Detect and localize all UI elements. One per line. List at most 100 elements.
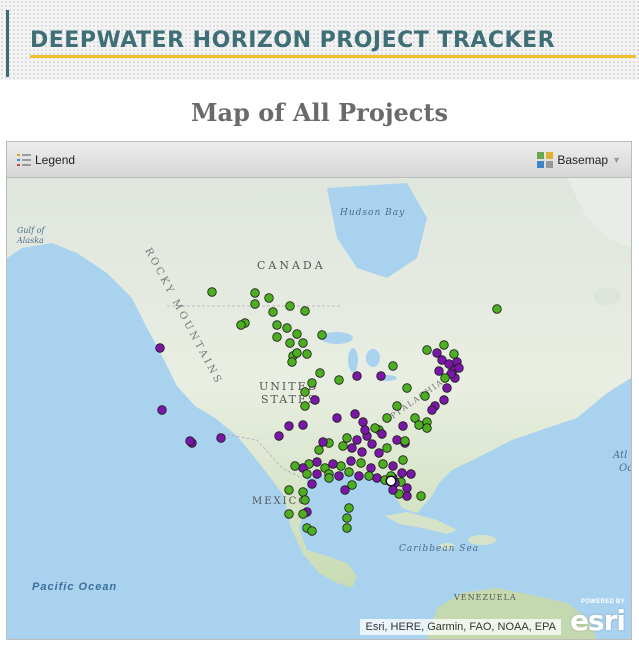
project-marker-purple[interactable] xyxy=(360,425,370,435)
project-marker-purple[interactable] xyxy=(406,469,416,479)
project-marker-purple[interactable] xyxy=(427,405,437,415)
project-marker-purple[interactable] xyxy=(388,461,398,471)
project-marker-green[interactable] xyxy=(378,459,388,469)
project-marker-purple[interactable] xyxy=(298,420,308,430)
project-marker-selected[interactable] xyxy=(385,475,397,487)
project-marker-purple[interactable] xyxy=(357,447,367,457)
project-marker-green[interactable] xyxy=(287,357,297,367)
project-marker-purple[interactable] xyxy=(155,343,165,353)
project-marker-green[interactable] xyxy=(392,401,402,411)
project-marker-green[interactable] xyxy=(416,491,426,501)
project-marker-green[interactable] xyxy=(285,338,295,348)
project-marker-green[interactable] xyxy=(342,523,352,533)
project-marker-purple[interactable] xyxy=(332,413,342,423)
project-marker-green[interactable] xyxy=(422,423,432,433)
project-marker-green[interactable] xyxy=(334,375,344,385)
project-marker-green[interactable] xyxy=(236,320,246,330)
project-marker-green[interactable] xyxy=(298,487,308,497)
project-marker-green[interactable] xyxy=(449,349,459,359)
project-marker-green[interactable] xyxy=(492,304,502,314)
project-marker-purple[interactable] xyxy=(312,457,322,467)
project-marker-purple[interactable] xyxy=(434,366,444,376)
project-marker-green[interactable] xyxy=(420,391,430,401)
project-marker-purple[interactable] xyxy=(402,483,412,493)
project-marker-green[interactable] xyxy=(356,458,366,468)
project-marker-purple[interactable] xyxy=(442,383,452,393)
project-marker-green[interactable] xyxy=(298,509,308,519)
project-marker-green[interactable] xyxy=(382,413,392,423)
project-marker-green[interactable] xyxy=(250,288,260,298)
project-marker-purple[interactable] xyxy=(358,417,368,427)
project-marker-purple[interactable] xyxy=(397,468,407,478)
map-canvas[interactable]: CANADA ROCKY MOUNTAINS UNITED STATES MEX… xyxy=(7,178,631,639)
project-marker-green[interactable] xyxy=(315,368,325,378)
project-marker-purple[interactable] xyxy=(454,363,464,373)
esri-logo[interactable]: POWERED BY esri xyxy=(565,599,626,637)
project-marker-purple[interactable] xyxy=(367,439,377,449)
project-marker-green[interactable] xyxy=(400,436,410,446)
project-marker-green[interactable] xyxy=(370,423,380,433)
project-marker-purple[interactable] xyxy=(374,448,384,458)
project-marker-green[interactable] xyxy=(300,495,310,505)
project-marker-purple[interactable] xyxy=(354,471,364,481)
project-marker-purple[interactable] xyxy=(347,443,357,453)
project-marker-green[interactable] xyxy=(440,373,450,383)
project-marker-green[interactable] xyxy=(342,433,352,443)
project-marker-green[interactable] xyxy=(382,443,392,453)
basemap-button[interactable]: Basemap ▼ xyxy=(537,150,621,170)
project-marker-purple[interactable] xyxy=(439,395,449,405)
project-marker-purple[interactable] xyxy=(388,485,398,495)
project-marker-green[interactable] xyxy=(292,348,302,358)
project-marker-green[interactable] xyxy=(290,461,300,471)
project-marker-green[interactable] xyxy=(292,329,302,339)
project-marker-purple[interactable] xyxy=(402,491,412,501)
project-marker-green[interactable] xyxy=(422,345,432,355)
project-marker-green[interactable] xyxy=(268,307,278,317)
project-marker-purple[interactable] xyxy=(392,435,402,445)
project-marker-green[interactable] xyxy=(414,420,424,430)
project-marker-green[interactable] xyxy=(264,293,274,303)
project-marker-purple[interactable] xyxy=(372,473,382,483)
project-marker-purple[interactable] xyxy=(366,463,376,473)
project-marker-green[interactable] xyxy=(314,445,324,455)
project-marker-purple[interactable] xyxy=(312,469,322,479)
project-marker-purple[interactable] xyxy=(350,409,360,419)
project-marker-green[interactable] xyxy=(344,467,354,477)
project-marker-green[interactable] xyxy=(272,320,282,330)
project-marker-purple[interactable] xyxy=(377,429,387,439)
project-marker-green[interactable] xyxy=(439,340,449,350)
project-marker-purple[interactable] xyxy=(346,456,356,466)
project-marker-green[interactable] xyxy=(398,455,408,465)
project-marker-green[interactable] xyxy=(307,378,317,388)
legend-button[interactable]: Legend xyxy=(17,150,75,170)
project-marker-purple[interactable] xyxy=(398,421,408,431)
project-marker-green[interactable] xyxy=(284,509,294,519)
project-marker-green[interactable] xyxy=(402,383,412,393)
project-marker-green[interactable] xyxy=(338,441,348,451)
project-marker-green[interactable] xyxy=(282,323,292,333)
project-marker-purple[interactable] xyxy=(318,437,328,447)
project-marker-green[interactable] xyxy=(347,480,357,490)
project-marker-purple[interactable] xyxy=(334,471,344,481)
project-marker-green[interactable] xyxy=(300,401,310,411)
project-marker-green[interactable] xyxy=(207,287,217,297)
project-marker-green[interactable] xyxy=(344,503,354,513)
project-marker-green[interactable] xyxy=(300,387,310,397)
project-marker-green[interactable] xyxy=(317,330,327,340)
project-marker-green[interactable] xyxy=(307,526,317,536)
project-marker-green[interactable] xyxy=(364,471,374,481)
project-marker-green[interactable] xyxy=(250,299,260,309)
project-marker-purple[interactable] xyxy=(307,479,317,489)
project-marker-green[interactable] xyxy=(272,332,282,342)
project-marker-purple[interactable] xyxy=(284,421,294,431)
project-marker-green[interactable] xyxy=(285,301,295,311)
project-marker-purple[interactable] xyxy=(157,405,167,415)
project-marker-green[interactable] xyxy=(336,461,346,471)
project-marker-purple[interactable] xyxy=(444,359,454,369)
project-marker-green[interactable] xyxy=(302,349,312,359)
project-marker-purple[interactable] xyxy=(216,433,226,443)
project-marker-green[interactable] xyxy=(342,513,352,523)
project-marker-green[interactable] xyxy=(388,361,398,371)
project-marker-purple[interactable] xyxy=(352,435,362,445)
project-marker-purple[interactable] xyxy=(352,371,362,381)
